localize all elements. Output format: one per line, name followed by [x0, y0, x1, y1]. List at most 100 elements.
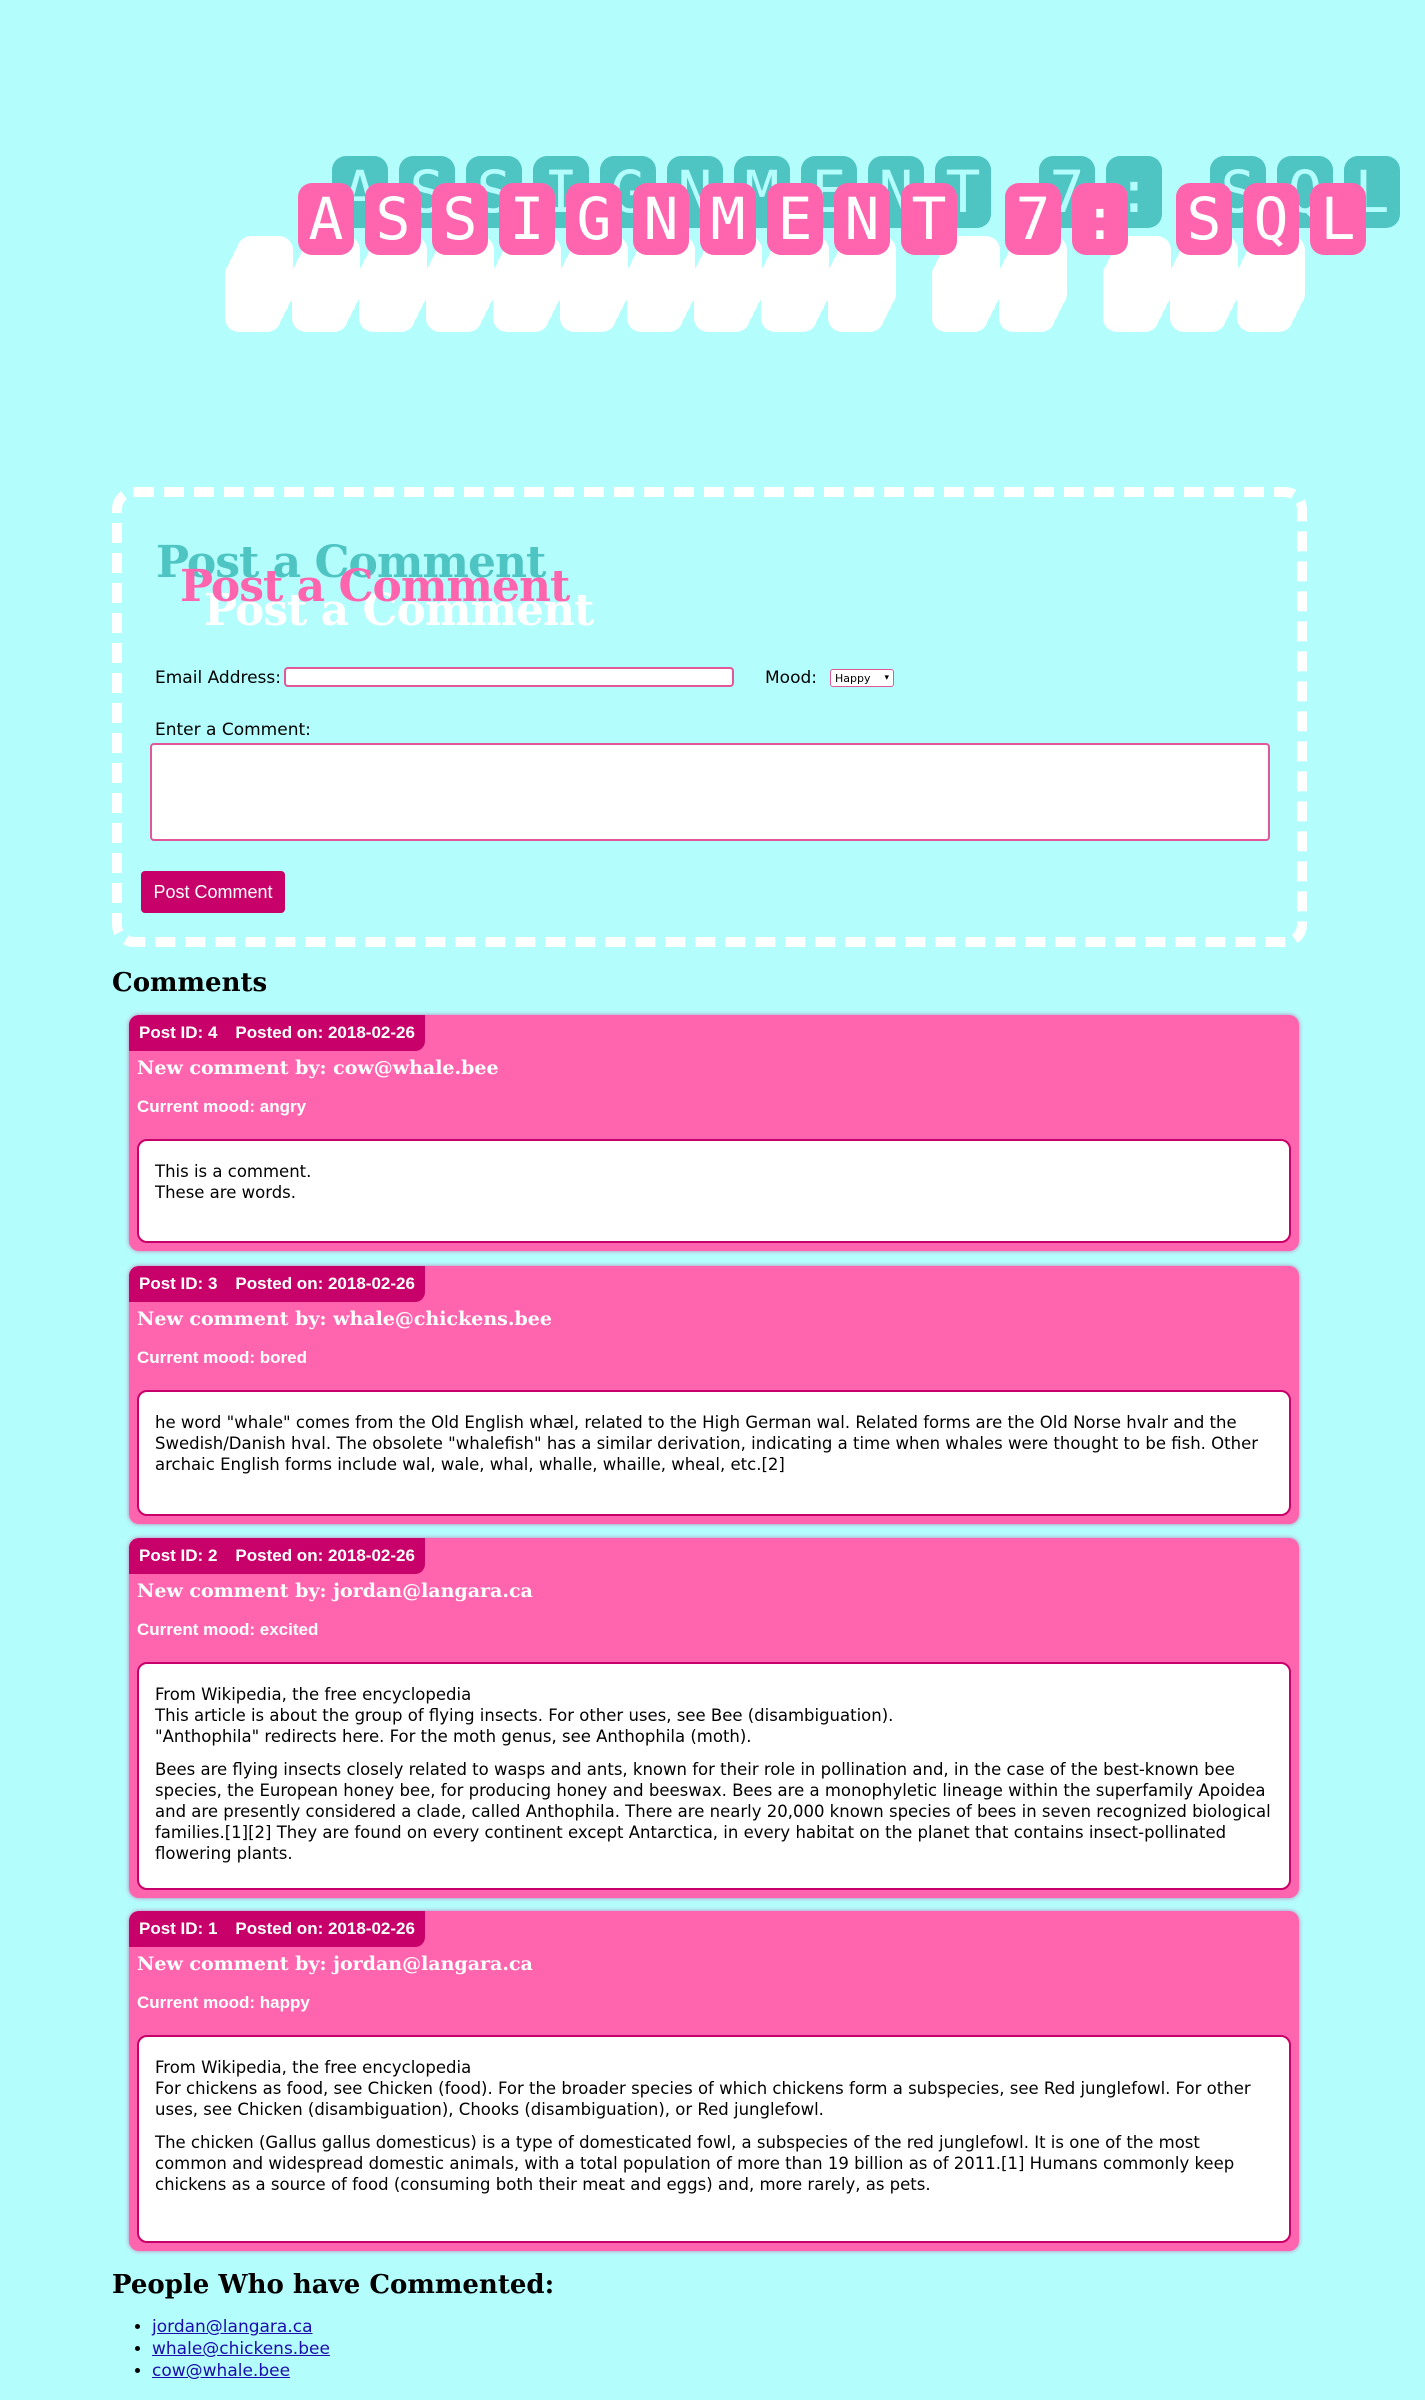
- commenter-item: jordan@langara.ca: [152, 2316, 330, 2338]
- banner-letter-tile: E: [767, 183, 823, 255]
- banner-shadow-tile: G: [493, 260, 549, 332]
- comment-card: Post ID: 2 Posted on: 2018-02-26 New comme…: [129, 1538, 1299, 1898]
- banner-shadow-tile: I: [426, 260, 482, 332]
- comment-line: The chicken (Gallus gallus domesticus) i…: [155, 2133, 1235, 2194]
- banner-letter-tile: S: [432, 183, 488, 255]
- comment-body: From Wikipedia, the free encyclopedia Thi…: [137, 1662, 1291, 1890]
- comment-card: Post ID: 3 Posted on: 2018-02-26 New comme…: [129, 1266, 1299, 1524]
- people-list: jordan@langara.cawhale@chickens.beecow@w…: [140, 2316, 330, 2382]
- commenter-email-link[interactable]: jordan@langara.ca: [152, 2317, 313, 2337]
- banner-shadow-tile: :: [999, 260, 1055, 332]
- posted-date: Posted on: 2018-02-26: [235, 1546, 415, 1565]
- banner-shadow-tile: S: [359, 260, 415, 332]
- banner-letter-tile: L: [1310, 183, 1366, 255]
- comment-card: Post ID: 1 Posted on: 2018-02-26 New comme…: [129, 1911, 1299, 2251]
- post-id: Post ID: 3: [139, 1274, 218, 1293]
- comment-paragraph: The chicken (Gallus gallus domesticus) i…: [155, 2132, 1273, 2195]
- post-id: Post ID: 2: [139, 1546, 218, 1565]
- comment-paragraph: This is a comment. These are words.: [155, 1161, 1273, 1203]
- comment-body: he word "whale" comes from the Old Engli…: [137, 1390, 1291, 1516]
- form-heading-text: Post a Comment: [180, 561, 570, 612]
- commenter-item: whale@chickens.bee: [152, 2338, 330, 2360]
- banner-shadow-tile: L: [1237, 260, 1293, 332]
- banner-letter-tile: T: [901, 183, 957, 255]
- comment-mood: Current mood: happy: [137, 1993, 310, 2012]
- commenter-email-link[interactable]: cow@whale.bee: [152, 2361, 290, 2381]
- mood-select[interactable]: Happy ▾: [830, 669, 894, 687]
- page-banner: ASSIGNMENT 7: SQL ASSIGNMENT 7: SQL ASSI…: [220, 150, 1400, 350]
- comment-author: New comment by: jordan@langara.ca: [137, 1580, 533, 1602]
- banner-shadow-tile: 7: [932, 260, 988, 332]
- comment-meta-badge: Post ID: 1 Posted on: 2018-02-26: [129, 1911, 425, 1947]
- banner-shadow-layer: ASSIGNMENT 7: SQL: [225, 260, 1293, 332]
- banner-letter-tile: [968, 183, 994, 255]
- commenter-email-link[interactable]: whale@chickens.bee: [152, 2339, 330, 2359]
- comment-meta-badge: Post ID: 4 Posted on: 2018-02-26: [129, 1015, 425, 1051]
- banner-letter-tile: I: [499, 183, 555, 255]
- form-heading: Post a Comment Post a Comment Post a Com…: [156, 537, 656, 647]
- banner-shadow-tile: S: [292, 260, 348, 332]
- comment-line: From Wikipedia, the free encyclopedia: [155, 1685, 472, 1704]
- banner-letter-tile: :: [1072, 183, 1128, 255]
- banner-shadow-tile: [1066, 260, 1092, 332]
- banner-letter-tile: G: [566, 183, 622, 255]
- banner-letter-tile: S: [365, 183, 421, 255]
- email-field[interactable]: [284, 667, 734, 687]
- banner-shadow-tile: E: [694, 260, 750, 332]
- banner-letter-tile: M: [700, 183, 756, 255]
- comment-author: New comment by: whale@chickens.bee: [137, 1308, 552, 1330]
- comment-author: New comment by: jordan@langara.ca: [137, 1953, 533, 1975]
- email-label: Email Address:: [155, 668, 281, 688]
- comment-body: From Wikipedia, the free encyclopedia For…: [137, 2035, 1291, 2243]
- commenter-item: cow@whale.bee: [152, 2360, 330, 2382]
- comment-meta-badge: Post ID: 3 Posted on: 2018-02-26: [129, 1266, 425, 1302]
- comment-meta-badge: Post ID: 2 Posted on: 2018-02-26: [129, 1538, 425, 1574]
- comment-line: These are words.: [155, 1183, 297, 1202]
- mood-selected-value: Happy: [835, 671, 871, 685]
- comment-paragraph: Bees are flying insects closely related …: [155, 1759, 1273, 1864]
- banner-shadow-tile: A: [225, 260, 281, 332]
- comments-heading: Comments: [112, 968, 268, 998]
- comment-line: Bees are flying insects closely related …: [155, 1760, 1271, 1863]
- banner-letter-tile: A: [298, 183, 354, 255]
- comment-mood: Current mood: excited: [137, 1620, 319, 1639]
- banner-shadow-tile: N: [761, 260, 817, 332]
- comment-paragraph: he word "whale" comes from the Old Engli…: [155, 1412, 1273, 1475]
- banner-shadow-tile: M: [627, 260, 683, 332]
- banner-title: ASSIGNMENT 7: SQL: [298, 183, 1366, 255]
- posted-date: Posted on: 2018-02-26: [235, 1274, 415, 1293]
- banner-shadow-tile: Q: [1170, 260, 1226, 332]
- comment-mood: Current mood: bored: [137, 1348, 307, 1367]
- posted-date: Posted on: 2018-02-26: [235, 1919, 415, 1938]
- comment-line: This is a comment.: [155, 1162, 312, 1181]
- banner-shadow-tile: [895, 260, 921, 332]
- comment-paragraph: From Wikipedia, the free encyclopedia For…: [155, 2057, 1273, 2120]
- comment-line: From Wikipedia, the free encyclopedia: [155, 2058, 472, 2077]
- comment-author: New comment by: cow@whale.bee: [137, 1057, 499, 1079]
- comment-mood: Current mood: angry: [137, 1097, 307, 1116]
- comment-label: Enter a Comment:: [155, 720, 311, 740]
- post-comment-form: Post a Comment Post a Comment Post a Com…: [112, 487, 1307, 947]
- banner-shadow-tile: T: [828, 260, 884, 332]
- comment-textarea[interactable]: [150, 743, 1270, 841]
- comment-line: he word "whale" comes from the Old Engli…: [155, 1413, 1259, 1474]
- comment-body: This is a comment. These are words.: [137, 1139, 1291, 1243]
- comment-paragraph: From Wikipedia, the free encyclopedia Thi…: [155, 1684, 1273, 1747]
- chevron-down-icon: ▾: [884, 673, 889, 683]
- people-heading: People Who have Commented:: [112, 2270, 555, 2300]
- banner-letter-tile: N: [633, 183, 689, 255]
- banner-letter-tile: S: [1176, 183, 1232, 255]
- posted-date: Posted on: 2018-02-26: [235, 1023, 415, 1042]
- comment-line: For chickens as food, see Chicken (food)…: [155, 2079, 1251, 2119]
- comment-card: Post ID: 4 Posted on: 2018-02-26 New comme…: [129, 1015, 1299, 1251]
- mood-label: Mood:: [765, 668, 817, 688]
- banner-shadow-tile: N: [560, 260, 616, 332]
- banner-shadow-tile: S: [1103, 260, 1159, 332]
- comment-line: This article is about the group of flyin…: [155, 1706, 894, 1725]
- banner-letter-tile: N: [834, 183, 890, 255]
- banner-letter-tile: Q: [1243, 183, 1299, 255]
- post-id: Post ID: 1: [139, 1919, 218, 1938]
- post-id: Post ID: 4: [139, 1023, 218, 1042]
- comment-line: "Anthophila" redirects here. For the mot…: [155, 1727, 752, 1746]
- post-comment-button[interactable]: Post Comment: [141, 871, 285, 913]
